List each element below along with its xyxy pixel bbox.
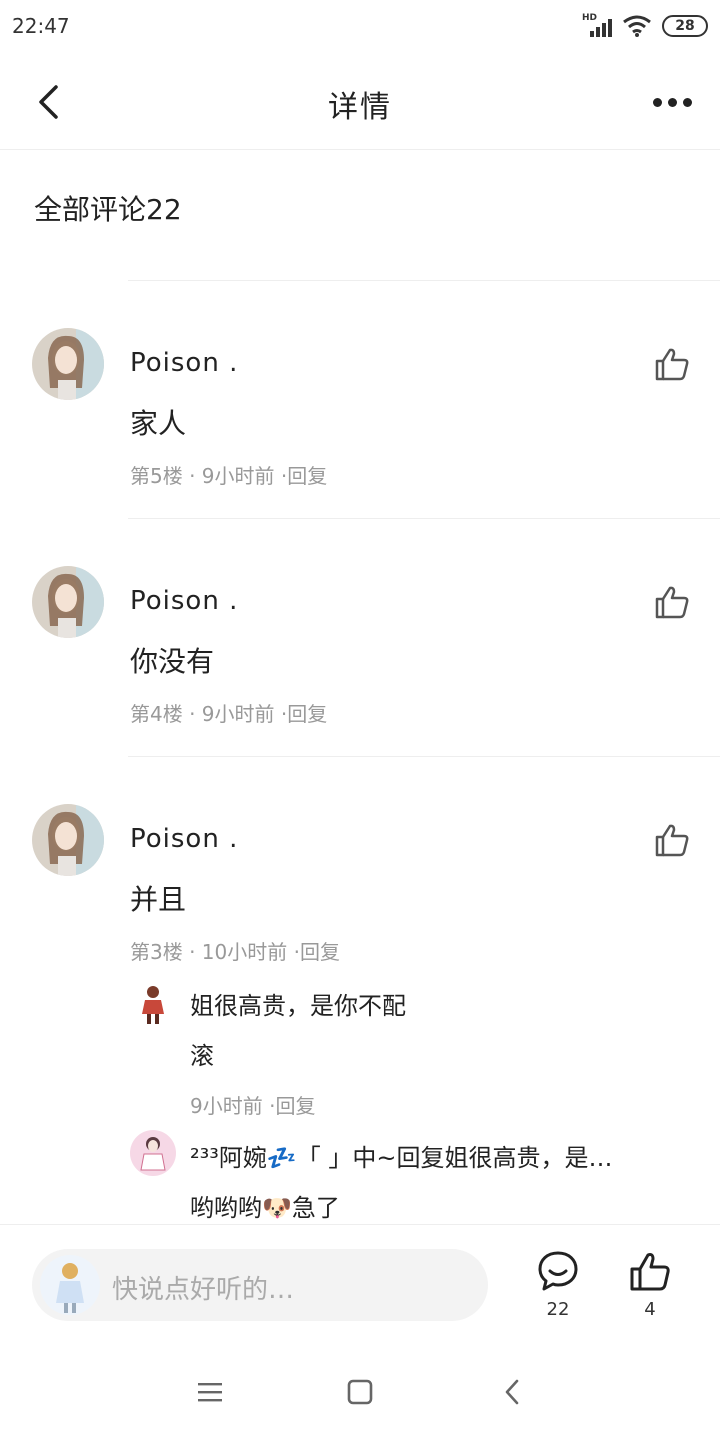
thumbs-up-icon [655, 586, 689, 619]
my-avatar [40, 1255, 100, 1315]
comment-text: 并且 [130, 883, 187, 916]
avatar[interactable] [32, 804, 104, 876]
comments-count-label: 全部评论22 [34, 193, 182, 226]
like-count: 4 [644, 1299, 656, 1320]
comment-text: 家人 [130, 407, 187, 440]
divider [128, 518, 720, 519]
comment-username[interactable]: Poison . [130, 348, 238, 378]
reply-meta[interactable]: 9小时前 ·回复 [190, 1090, 315, 1119]
top-app-bar: 详情 [0, 54, 720, 150]
chevron-left-icon [505, 1379, 519, 1405]
like-button[interactable] [654, 346, 690, 382]
comment-bubble-icon [538, 1251, 578, 1291]
more-options-button[interactable] [648, 82, 696, 122]
reply-text: 滚 [190, 1042, 214, 1070]
page-title: 详情 [328, 90, 392, 125]
comment-username[interactable]: Poison . [130, 586, 238, 616]
reply-text: ²³³阿婉💤「 」中~回复姐很高贵，是… [190, 1144, 613, 1172]
reply-text: 姐很高贵，是你不配 [190, 992, 406, 1020]
like-button[interactable] [654, 584, 690, 620]
status-bar: 22:47 HD 28 [0, 0, 720, 54]
reply-text: 哟哟哟🐶急了 [190, 1194, 340, 1222]
back-nav-button[interactable] [492, 1374, 532, 1410]
like-button[interactable] [654, 822, 690, 858]
thumbs-up-icon [655, 348, 689, 381]
menu-nav-button[interactable] [190, 1374, 230, 1410]
thumbs-up-icon [630, 1253, 670, 1291]
more-dot [652, 97, 662, 107]
signal-icon: HD [582, 13, 612, 39]
comment-username[interactable]: Poison . [130, 824, 238, 854]
comment-input-placeholder: 快说点好听的… [112, 1275, 295, 1305]
comment-meta[interactable]: 第4楼 · 9小时前 ·回复 [130, 698, 327, 727]
avatar[interactable] [32, 328, 104, 400]
comment-input-bar: 快说点好听的… 22 4 [0, 1224, 720, 1344]
like-post-button[interactable]: 4 [620, 1249, 680, 1329]
comment-input[interactable]: 快说点好听的… [32, 1249, 488, 1321]
reply-avatar[interactable] [130, 980, 176, 1026]
comment-count: 22 [546, 1299, 570, 1320]
square-icon [347, 1379, 373, 1405]
comments-button[interactable]: 22 [528, 1249, 588, 1329]
more-dot [682, 97, 692, 107]
reply-avatar[interactable] [130, 1130, 176, 1176]
system-nav-bar [0, 1344, 720, 1440]
comment-text: 你没有 [130, 645, 215, 678]
status-icons: HD 28 [582, 12, 708, 40]
status-time: 22:47 [12, 14, 70, 38]
menu-icon [198, 1383, 222, 1402]
divider [128, 756, 720, 757]
wifi-icon [623, 15, 651, 37]
network-type-label: HD [582, 13, 598, 23]
divider [128, 280, 720, 281]
thumbs-up-icon [655, 824, 689, 857]
comment-meta[interactable]: 第3楼 · 10小时前 ·回复 [130, 936, 340, 965]
home-nav-button[interactable] [340, 1374, 380, 1410]
avatar[interactable] [32, 566, 104, 638]
comment-meta[interactable]: 第5楼 · 9小时前 ·回复 [130, 460, 327, 489]
battery-indicator: 28 [662, 15, 708, 37]
more-dot [667, 97, 677, 107]
screen: 22:47 HD 28 详情 全部评论22 Poison . 家人 第5楼 · … [0, 0, 720, 1440]
